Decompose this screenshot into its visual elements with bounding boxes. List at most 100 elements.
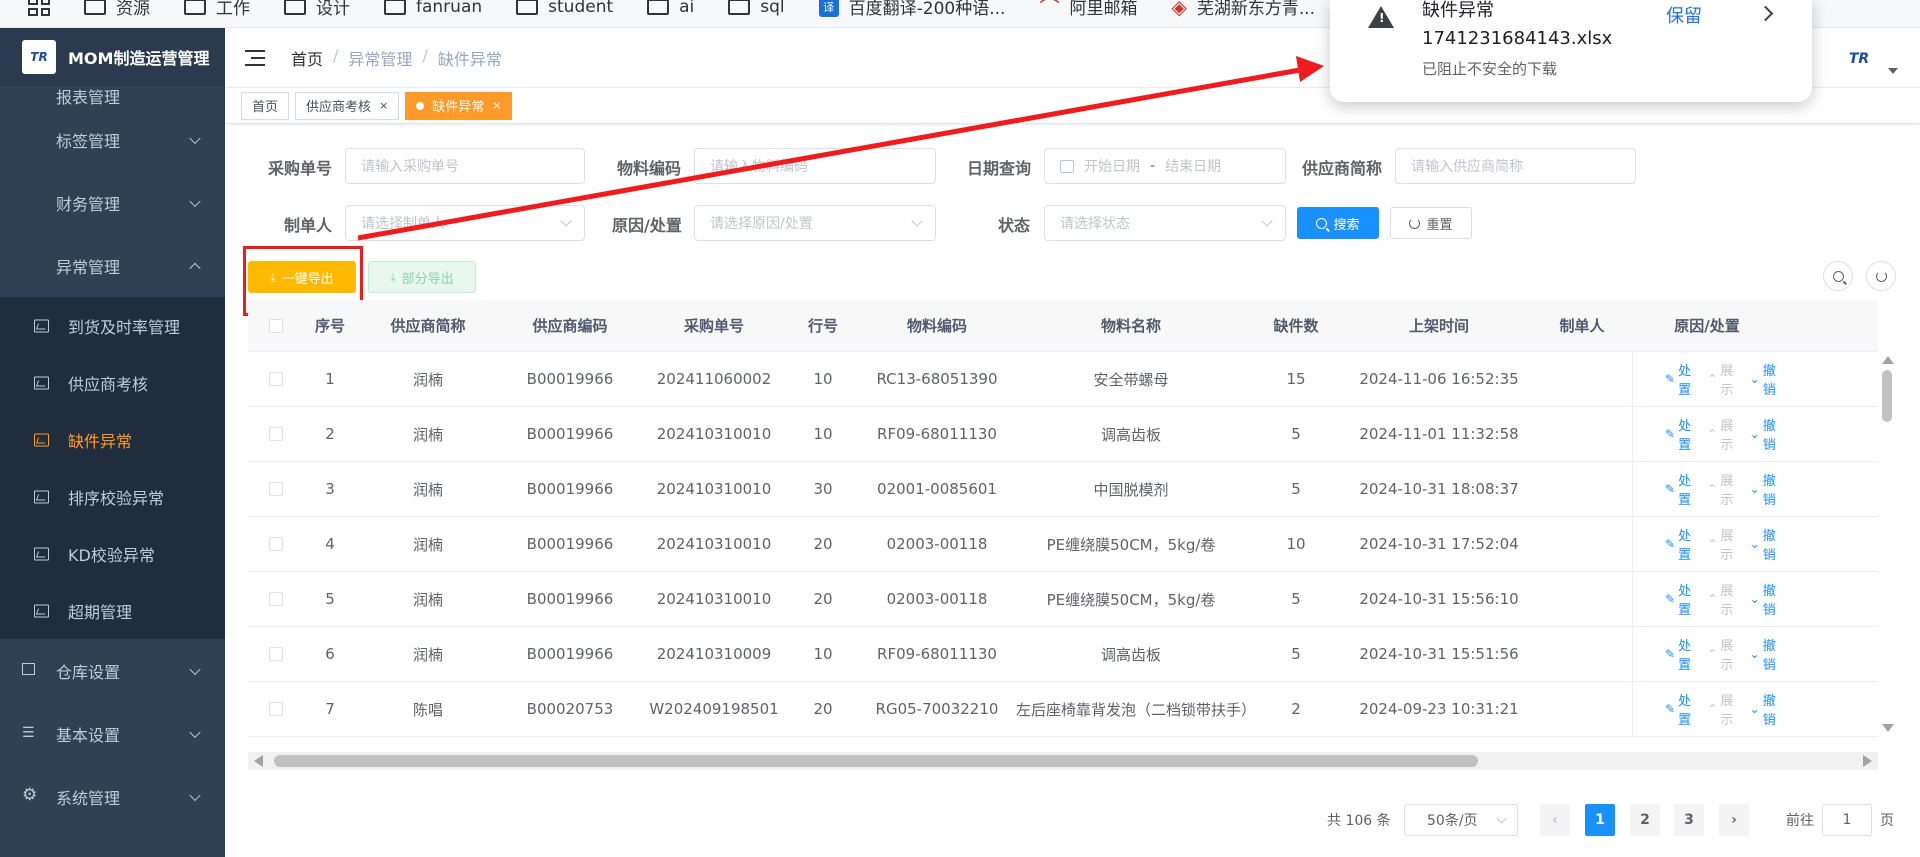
page-2-button[interactable]: 2 <box>1630 804 1660 836</box>
horizontal-scrollbar[interactable] <box>248 752 1878 770</box>
handle-link[interactable]: ✎ 处置 <box>1665 690 1697 728</box>
row-checkbox[interactable] <box>269 372 283 386</box>
row-checkbox[interactable] <box>269 482 283 496</box>
material-input[interactable]: 请输入物料编码 <box>694 148 936 184</box>
bookmark-apps[interactable] <box>28 0 50 16</box>
scroll-left-icon[interactable] <box>254 755 263 767</box>
row-checkbox[interactable] <box>269 427 283 441</box>
keep-button[interactable]: 保留 <box>1666 2 1702 28</box>
status-select[interactable]: 请选择状态 <box>1044 205 1286 241</box>
tag-shortage[interactable]: 缺件异常 × <box>405 91 513 120</box>
creator-select[interactable]: 请选择制单人 <box>345 205 585 241</box>
sidebar-item-report-partial[interactable]: 报表管理 <box>0 86 225 108</box>
bookmark-folder-3[interactable]: 设计 <box>284 0 350 19</box>
sidebar-item-supplier-review[interactable]: 供应商考核 <box>0 354 225 411</box>
row-checkbox[interactable] <box>269 592 283 606</box>
tag-home[interactable]: 首页 <box>241 91 290 120</box>
vertical-scrollbar[interactable] <box>1878 352 1896 738</box>
close-icon[interactable]: × <box>379 99 388 112</box>
expand-link[interactable]: ⌃ 展示 <box>1707 415 1739 453</box>
expand-link[interactable]: ⌃ 展示 <box>1707 690 1739 728</box>
reset-button[interactable]: 重置 <box>1390 207 1472 239</box>
handle-link[interactable]: ✎ 处置 <box>1665 635 1697 673</box>
handle-link[interactable]: ✎ 处置 <box>1665 415 1697 453</box>
supplier-input[interactable]: 请输入供应商简称 <box>1395 148 1636 184</box>
chevron-right-icon[interactable] <box>1757 5 1774 22</box>
revoke-link[interactable]: ⌄ 撤销 <box>1750 470 1782 508</box>
po-input[interactable]: 请输入采购单号 <box>345 148 585 184</box>
bookmark-folder-5[interactable]: student <box>516 0 613 17</box>
row-checkbox[interactable] <box>269 702 283 716</box>
bookmark-neworiental[interactable]: ◈ 芜湖新东方青... <box>1171 0 1315 19</box>
table-row[interactable]: 4 润楠 B00019966 202410310010 20 02003-00118 PE缠… <box>248 516 1878 572</box>
sidebar-item-system[interactable]: ⚙ 系统管理 <box>0 765 225 828</box>
select-all-checkbox[interactable] <box>269 318 283 333</box>
sidebar-item-overdue[interactable]: 超期管理 <box>0 582 225 639</box>
scroll-down-icon[interactable] <box>1882 724 1894 732</box>
revoke-link[interactable]: ⌄ 撤销 <box>1750 415 1782 453</box>
expand-link[interactable]: ⌃ 展示 <box>1707 525 1739 563</box>
revoke-link[interactable]: ⌄ 撤销 <box>1750 525 1782 563</box>
sidebar-item-shortage[interactable]: 缺件异常 <box>0 411 225 468</box>
bookmark-mail[interactable]: ⌒ 阿里邮箱 <box>1039 0 1137 21</box>
next-page-button[interactable]: › <box>1719 804 1749 836</box>
search-button[interactable]: 搜索 <box>1297 207 1379 239</box>
revoke-link[interactable]: ⌄ 撤销 <box>1750 690 1782 728</box>
caret-down-icon[interactable] <box>1888 68 1898 74</box>
reason-select[interactable]: 请选择原因/处置 <box>694 205 936 241</box>
tag-supplier-review[interactable]: 供应商考核 × <box>295 91 400 120</box>
revoke-link[interactable]: ⌄ 撤销 <box>1750 635 1782 673</box>
close-icon[interactable]: × <box>492 99 501 112</box>
table-row[interactable]: 1 润楠 B00019966 202411060002 10 RC13-68051390 安… <box>248 351 1878 407</box>
bookmark-translate[interactable]: 译百度翻译-200种语... <box>818 0 1005 19</box>
table-row[interactable]: 2 润楠 B00019966 202410310010 10 RF09-68011130 调… <box>248 406 1878 462</box>
scroll-up-icon[interactable] <box>1882 356 1894 364</box>
expand-link[interactable]: ⌃ 展示 <box>1707 470 1739 508</box>
table-row[interactable]: 3 润楠 B00019966 202410310010 30 02001-0085601 中… <box>248 461 1878 517</box>
revoke-link[interactable]: ⌄ 撤销 <box>1750 580 1782 618</box>
sidebar-item-kd-check[interactable]: KD校验异常 <box>0 525 225 582</box>
toggle-search-button[interactable] <box>1823 261 1853 291</box>
page-3-button[interactable]: 3 <box>1674 804 1704 836</box>
handle-link[interactable]: ✎ 处置 <box>1665 470 1697 508</box>
handle-link[interactable]: ✎ 处置 <box>1665 360 1697 398</box>
sidebar-item-basic-settings[interactable]: ☰ 基本设置 <box>0 702 225 765</box>
revoke-link[interactable]: ⌄ 撤销 <box>1750 360 1782 398</box>
chart-icon <box>34 490 49 503</box>
refresh-button[interactable] <box>1866 261 1896 291</box>
row-checkbox[interactable] <box>269 647 283 661</box>
handle-link[interactable]: ✎ 处置 <box>1665 525 1697 563</box>
sidebar-item-sequence-check[interactable]: 排序校验异常 <box>0 468 225 525</box>
bookmark-folder-1[interactable]: 资源 <box>84 0 150 19</box>
sidebar-item-exception[interactable]: 异常管理 <box>0 234 225 297</box>
handle-link[interactable]: ✎ 处置 <box>1665 580 1697 618</box>
prev-page-button[interactable]: ‹ <box>1540 804 1570 836</box>
row-checkbox[interactable] <box>269 537 283 551</box>
scroll-right-icon[interactable] <box>1863 755 1872 767</box>
scroll-thumb[interactable] <box>1882 370 1892 422</box>
table-row[interactable]: 6 润楠 B00019966 202410310009 10 RF09-68011130 调… <box>248 626 1878 682</box>
bookmark-folder-2[interactable]: 工作 <box>184 0 250 19</box>
avatar[interactable]: TR <box>1840 42 1878 76</box>
sidebar-item-warehouse[interactable]: 仓库设置 <box>0 639 225 702</box>
sidebar-item-label-management[interactable]: 标签管理 <box>0 108 225 171</box>
expand-link[interactable]: ⌃ 展示 <box>1707 635 1739 673</box>
page-size-select[interactable]: 50条/页 <box>1404 804 1518 836</box>
goto-page-input[interactable]: 1 <box>1822 804 1872 836</box>
export-partial-button[interactable]: ⤓ 部分导出 <box>368 261 476 293</box>
sidebar-item-finance[interactable]: 财务管理 <box>0 171 225 234</box>
date-range-picker[interactable]: 开始日期 - 结束日期 <box>1044 148 1286 184</box>
hamburger-icon[interactable] <box>245 49 265 66</box>
app-logo-row[interactable]: TR MOM制造运营管理 <box>0 28 225 86</box>
expand-link[interactable]: ⌃ 展示 <box>1707 580 1739 618</box>
breadcrumb-home[interactable]: 首页 <box>291 46 323 70</box>
bookmark-folder-4[interactable]: fanruan <box>384 0 482 17</box>
bookmark-folder-7[interactable]: sql <box>728 0 785 17</box>
expand-link[interactable]: ⌃ 展示 <box>1707 360 1739 398</box>
page-1-button[interactable]: 1 <box>1585 804 1615 836</box>
table-row[interactable]: 5 润楠 B00019966 202410310010 20 02003-00118 PE缠… <box>248 571 1878 627</box>
scroll-thumb[interactable] <box>274 755 1478 767</box>
table-row[interactable]: 7 陈唱 B00020753 W202409198501 20 RG05-70032210… <box>248 681 1878 737</box>
bookmark-folder-6[interactable]: ai <box>647 0 694 17</box>
sidebar-item-arrival-rate[interactable]: 到货及时率管理 <box>0 297 225 354</box>
